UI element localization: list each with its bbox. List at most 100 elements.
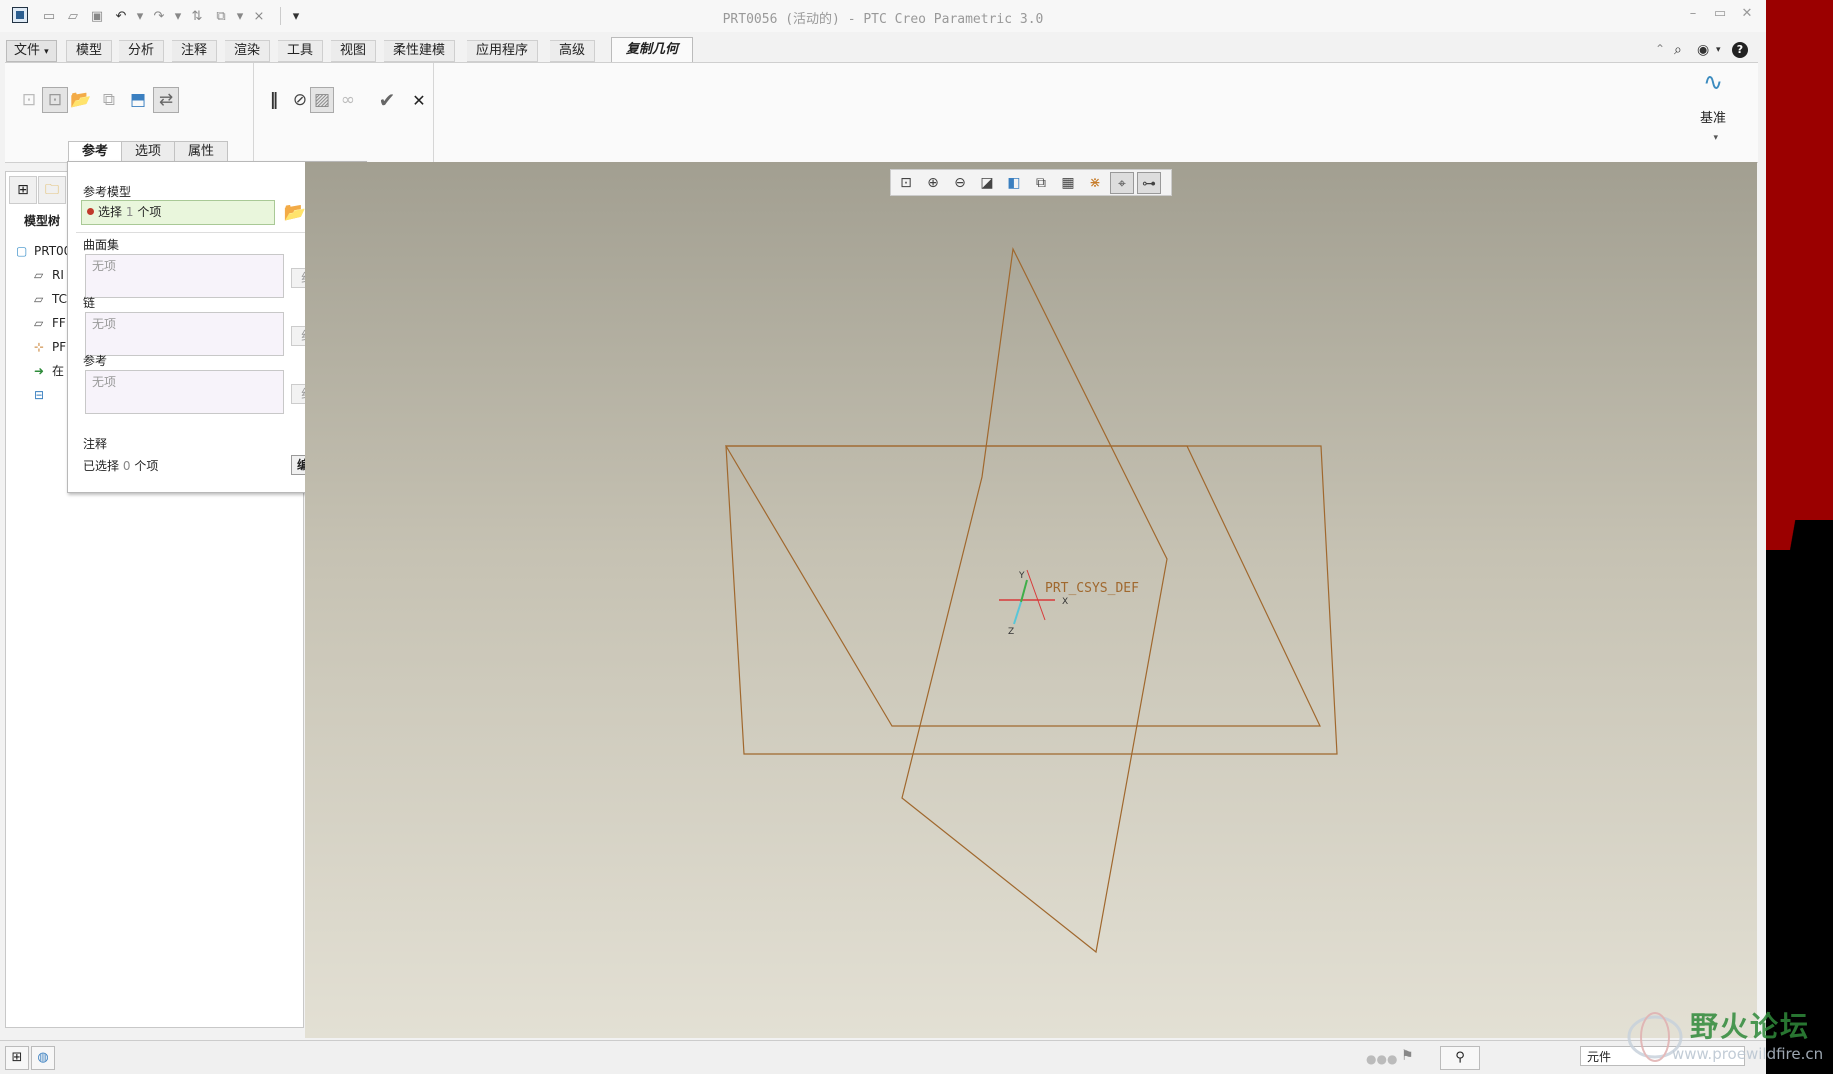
select-suffix: 个项 bbox=[137, 205, 162, 219]
place-model-icon[interactable]: ⧉ bbox=[96, 87, 122, 113]
show-navigator-icon[interactable]: ⊞ bbox=[5, 1046, 29, 1070]
reference-collector[interactable]: 无项 bbox=[85, 370, 284, 414]
ref-model-label: 参考模型 bbox=[83, 185, 132, 199]
insert-arrow-icon: ➜ bbox=[34, 364, 45, 378]
csys-label: PRT_CSYS_DEF bbox=[1045, 581, 1139, 596]
dashboard-tab-references[interactable]: 参考 bbox=[68, 141, 123, 161]
datum-display-filters-icon[interactable]: ⋇ bbox=[1083, 172, 1107, 194]
datum-sine-icon[interactable]: ∿ bbox=[1698, 68, 1728, 98]
user-dropdown-icon[interactable]: ▾ bbox=[1716, 45, 1721, 55]
ribbon-panel: ⊡ ⊡ 📂 ⧉ ⬒ ⇄ ‖ ⊘ ▨ ∞ ✔ ✕ ∿ 基准 ▾ bbox=[5, 62, 1758, 163]
verify-preview-icon[interactable]: ∞ bbox=[335, 87, 361, 113]
surface-set-collector[interactable]: 无项 bbox=[85, 254, 284, 298]
ribbon-divider-right bbox=[433, 63, 434, 162]
maximize-button[interactable]: ▭ bbox=[1710, 6, 1730, 21]
tree-item-copy-geometry[interactable]: ⊟ bbox=[34, 386, 52, 404]
folder-browser-tab-icon[interactable]: 🗀 bbox=[38, 176, 66, 204]
open-reference-model-icon[interactable]: 📂 bbox=[283, 202, 307, 223]
tab-applications[interactable]: 应用程序 bbox=[467, 40, 539, 62]
file-menu-button[interactable]: 文件 ▾ bbox=[6, 40, 57, 62]
publish-geometry-icon[interactable]: ⊡ bbox=[16, 87, 42, 113]
model-tree-header: 模型树 bbox=[24, 214, 61, 228]
tree-item-part[interactable]: ▢ PRT00 bbox=[16, 242, 71, 260]
tab-annotate[interactable]: 注释 bbox=[172, 40, 218, 62]
dashboard-tabs: 参考 选项 属性 bbox=[68, 141, 229, 162]
close-button[interactable]: ✕ bbox=[1737, 6, 1757, 21]
cancel-x-icon[interactable]: ✕ bbox=[406, 87, 432, 113]
tree-item-front-plane[interactable]: ▱ FF bbox=[34, 314, 66, 332]
window-title: PRT0056 (活动的) - PTC Creo Parametric 3.0 bbox=[722, 12, 1044, 27]
find-binoculars-icon[interactable]: ⚲ bbox=[1440, 1046, 1480, 1070]
tab-analysis[interactable]: 分析 bbox=[119, 40, 165, 62]
search-icon[interactable]: ⌕ bbox=[1674, 42, 1682, 58]
datum-plane-top[interactable] bbox=[724, 445, 1321, 727]
pause-icon[interactable]: ‖ bbox=[261, 87, 287, 113]
refit-icon[interactable]: ⊡ bbox=[894, 172, 918, 194]
creo-app-window: ▭ ▱ ▣ ↶ ▾ ↷ ▾ ⇅ ⧉ ▾ ⨯ ▾ PRT0056 (活动的) - … bbox=[0, 0, 1766, 1074]
part-icon: ▢ bbox=[16, 244, 28, 258]
title-bar: ▭ ▱ ▣ ↶ ▾ ↷ ▾ ⇅ ⧉ ▾ ⨯ ▾ PRT0056 (活动的) - … bbox=[0, 0, 1766, 32]
spin-center-icon[interactable]: ⌖ bbox=[1110, 171, 1134, 194]
csys-diagonal bbox=[1026, 569, 1046, 621]
note-selected-text: 已选择 0 个项 bbox=[83, 459, 159, 473]
repaint-icon[interactable]: ◪ bbox=[975, 172, 999, 194]
select-prefix: 选择 bbox=[98, 205, 123, 219]
select-count: 1 bbox=[125, 205, 134, 219]
graphics-viewport[interactable]: PRT_CSYS_DEF X Y Z bbox=[305, 162, 1757, 1038]
chain-label: 链 bbox=[83, 296, 96, 310]
saved-orientations-icon[interactable]: ⧉ bbox=[1029, 172, 1053, 194]
note-label: 注释 bbox=[83, 437, 108, 451]
tab-tools[interactable]: 工具 bbox=[278, 40, 324, 62]
datum-dropdown-icon[interactable]: ▾ bbox=[1713, 133, 1718, 143]
tree-item-csys[interactable]: ⊹ PF bbox=[34, 338, 66, 356]
user-icon[interactable]: ◉ bbox=[1697, 42, 1709, 58]
view-manager-icon[interactable]: ▦ bbox=[1056, 172, 1080, 194]
dashboard-tab-options[interactable]: 选项 bbox=[122, 141, 176, 162]
tab-flexible-modeling[interactable]: 柔性建模 bbox=[384, 40, 456, 62]
csys-icon: ⊹ bbox=[34, 340, 45, 354]
tab-render[interactable]: 渲染 bbox=[225, 40, 271, 62]
csys-triad[interactable]: PRT_CSYS_DEF X Y Z bbox=[999, 569, 1139, 637]
coordinate-placement-icon[interactable]: ⬒ bbox=[125, 87, 151, 113]
help-icon[interactable]: ? bbox=[1732, 42, 1748, 58]
display-style-icon[interactable]: ◧ bbox=[1002, 172, 1026, 194]
csys-z-axis bbox=[1013, 601, 1022, 625]
copy-geometry-feature-icon: ⊟ bbox=[34, 388, 45, 402]
minimize-button[interactable]: – bbox=[1683, 6, 1703, 21]
dependency-toggle-icon[interactable]: ⇄ bbox=[153, 87, 179, 113]
csys-y-axis bbox=[1020, 579, 1028, 603]
geometry-preview-icon[interactable]: ▨ bbox=[310, 87, 334, 113]
copy-geometry-local-icon[interactable]: ⊡ bbox=[42, 87, 68, 113]
minimize-ribbon-icon[interactable]: ⌃ bbox=[1655, 42, 1665, 56]
tree-item-top-plane[interactable]: ▱ TC bbox=[34, 290, 67, 308]
tab-advanced[interactable]: 高级 bbox=[550, 40, 596, 62]
watermark-text: 野火论坛 bbox=[1690, 1010, 1811, 1043]
confirm-checkmark-icon[interactable]: ✔ bbox=[374, 87, 400, 113]
csys-z-label: Z bbox=[1008, 627, 1014, 637]
surface-set-label: 曲面集 bbox=[83, 238, 120, 252]
tree-item-insert-here[interactable]: ➜ 在 bbox=[34, 362, 64, 380]
tab-view[interactable]: 视图 bbox=[331, 40, 377, 62]
flag-icon[interactable]: ⚑ bbox=[1401, 1048, 1414, 1064]
tab-model[interactable]: 模型 bbox=[66, 40, 113, 62]
show-browser-icon[interactable]: ◍ bbox=[31, 1046, 55, 1070]
status-bar: ⊞ ◍ ●●● ⚑ ⚲ 元件 bbox=[0, 1040, 1766, 1074]
regen-status-icon: ●●● bbox=[1366, 1052, 1398, 1066]
tab-copy-geometry[interactable]: 复制几何 bbox=[611, 37, 694, 63]
ribbon-divider bbox=[253, 63, 254, 162]
model-tree-tab-icon[interactable]: ⊞ bbox=[9, 176, 37, 204]
datum-plane-icon: ▱ bbox=[34, 292, 44, 306]
chain-collector[interactable]: 无项 bbox=[85, 312, 284, 356]
ribbon-tab-bar: 文件 ▾ 模型 分析 注释 渲染 工具 视图 柔性建模 应用程序 高级 复制几何… bbox=[0, 37, 1766, 63]
zoom-in-icon[interactable]: ⊕ bbox=[921, 172, 945, 194]
tree-item-right-plane[interactable]: ▱ RI bbox=[34, 266, 64, 284]
datum-group-label[interactable]: 基准 bbox=[1698, 107, 1728, 126]
zoom-out-icon[interactable]: ⊖ bbox=[948, 172, 972, 194]
ref-model-collector[interactable]: 选择 1 个项 bbox=[81, 200, 275, 225]
csys-y-label: Y bbox=[1018, 571, 1025, 581]
annotation-display-icon[interactable]: ⊶ bbox=[1137, 171, 1161, 194]
open-model-icon[interactable]: 📂 bbox=[68, 87, 94, 113]
csys-x-label: X bbox=[1062, 597, 1068, 607]
dashboard-tab-properties[interactable]: 属性 bbox=[175, 141, 229, 162]
datum-plane-icon: ▱ bbox=[34, 268, 44, 282]
